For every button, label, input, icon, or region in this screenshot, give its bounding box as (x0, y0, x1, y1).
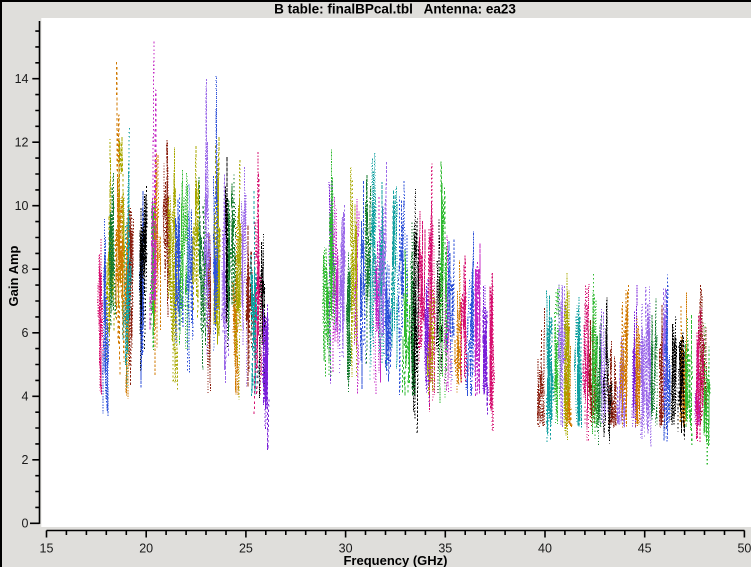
svg-text:6: 6 (22, 326, 29, 340)
svg-text:2: 2 (22, 453, 29, 467)
svg-text:15: 15 (40, 542, 54, 556)
svg-text:50: 50 (737, 542, 751, 556)
svg-text:25: 25 (239, 542, 253, 556)
svg-text:0: 0 (22, 517, 29, 531)
svg-text:12: 12 (15, 136, 29, 150)
svg-text:10: 10 (15, 199, 29, 213)
svg-text:20: 20 (139, 542, 153, 556)
svg-text:45: 45 (638, 542, 652, 556)
svg-text:14: 14 (15, 72, 29, 86)
svg-text:4: 4 (22, 390, 29, 404)
svg-text:8: 8 (22, 263, 29, 277)
svg-text:Gain Amp: Gain Amp (6, 245, 21, 306)
svg-text:B table: finalBPcal.tbl Ante: B table: finalBPcal.tbl Antenna: ea23 (274, 2, 516, 17)
svg-text:Frequency (GHz): Frequency (GHz) (343, 553, 447, 567)
svg-text:40: 40 (538, 542, 552, 556)
